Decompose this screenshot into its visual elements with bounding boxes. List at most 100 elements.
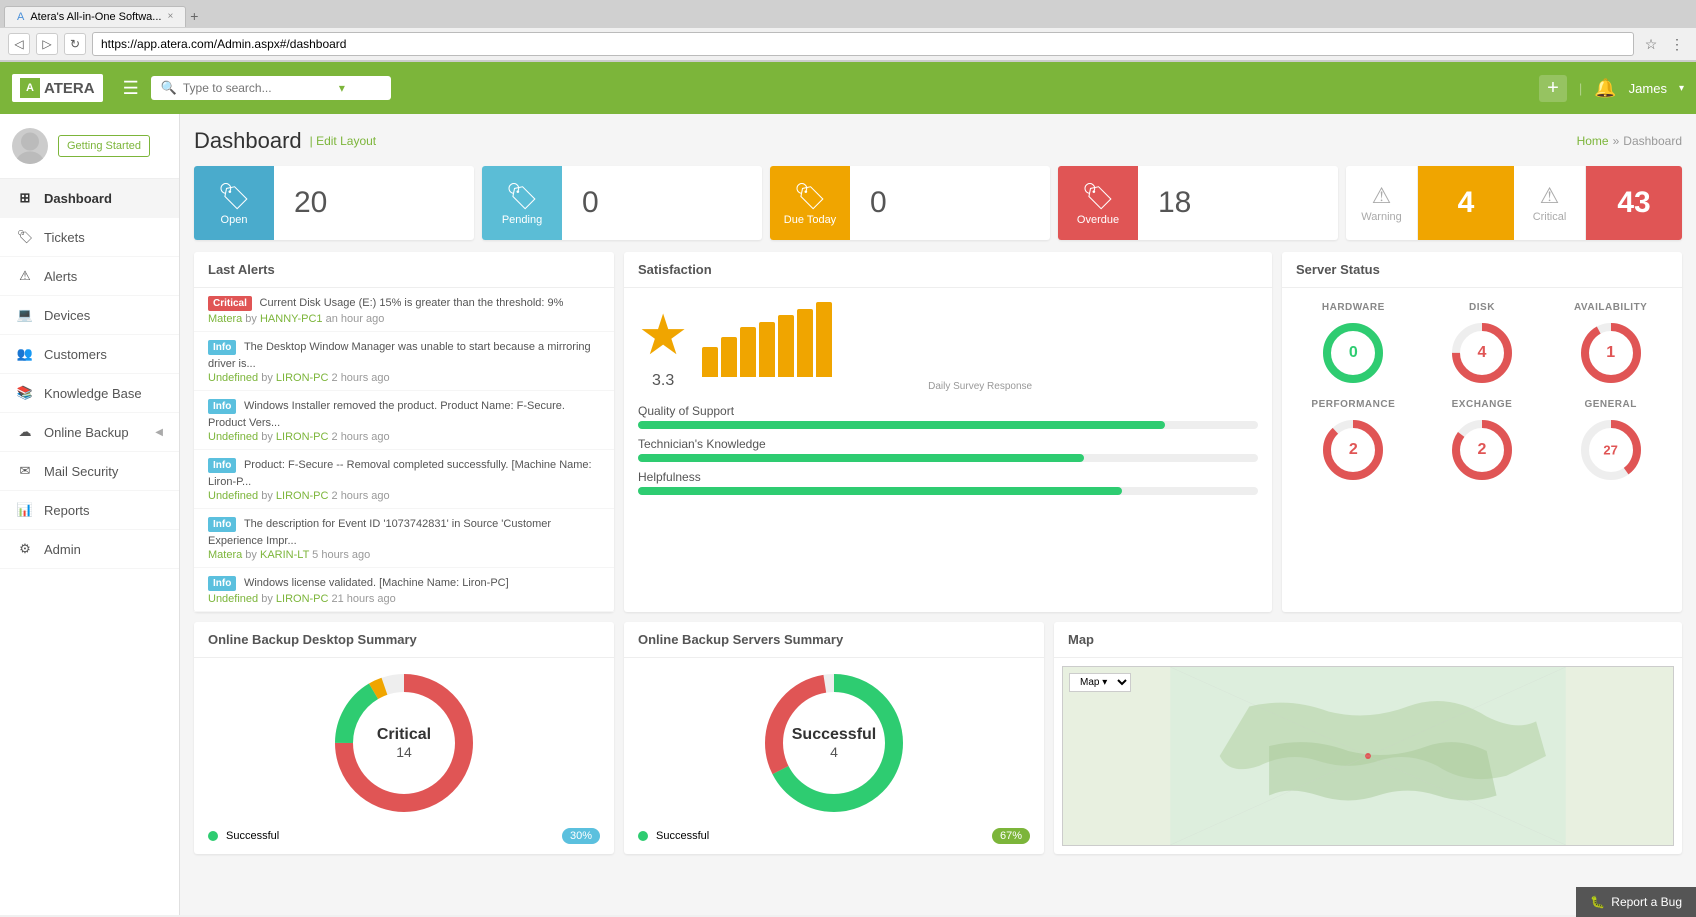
chart-label: Daily Survey Response [702,381,1258,392]
sidebar-item-online-backup[interactable]: ☁ Online Backup ◀ [0,413,179,452]
alert-by-5[interactable]: LIRON-PC [276,593,329,605]
stat-card-due-today[interactable]: 🏷 Due Today 0 [770,166,1050,240]
sidebar-item-devices[interactable]: 💻 Devices [0,296,179,335]
getting-started-btn[interactable]: Getting Started [58,135,150,157]
breadcrumb-home[interactable]: Home [1577,134,1609,148]
header-user[interactable]: James [1629,81,1667,96]
reload-btn[interactable]: ↻ [64,33,86,55]
search-input[interactable] [183,81,333,95]
performance-label: PERFORMANCE [1296,399,1411,410]
critical-icon-box: ⚠ Critical [1514,166,1586,240]
forward-btn[interactable]: ▷ [36,33,58,55]
browser-chrome: A Atera's All-in-One Softwa... × + ◁ ▷ ↻… [0,0,1696,62]
menu-btn[interactable]: ⋮ [1666,33,1688,55]
alert-text-3: Product: F-Secure -- Removal completed s… [208,459,592,488]
alert-source-2[interactable]: Undefined [208,431,258,443]
daily-bar-chart [702,302,1258,377]
edit-layout-link[interactable]: | Edit Layout [310,134,377,148]
report-bug-label: Report a Bug [1611,895,1682,909]
report-bug-btn[interactable]: 🐛 Report a Bug [1576,887,1696,917]
alert-by-2[interactable]: LIRON-PC [276,431,329,443]
star-rating: ★ 3.3 [638,302,688,392]
browser-tabs: A Atera's All-in-One Softwa... × + [0,0,1696,28]
sidebar-item-admin[interactable]: ⚙ Admin [0,530,179,569]
tab-close-btn[interactable]: × [167,11,173,22]
alert-source-3[interactable]: Undefined [208,490,258,502]
satisfaction-panel: Satisfaction ★ 3.3 [624,252,1272,612]
page-header: Dashboard | Edit Layout Home » Dashboard [194,128,1682,154]
map-select[interactable]: Map ▾ [1069,673,1131,692]
bar-5 [778,315,794,377]
server-grid: HARDWARE 0 DISK [1282,288,1682,496]
pending-icon-box: 🏷 Pending [482,166,562,240]
sidebar-item-knowledge-base[interactable]: 📚 Knowledge Base [0,374,179,413]
backup-desktop-center-label: Critical [377,726,431,744]
browser-tab[interactable]: A Atera's All-in-One Softwa... × [4,6,186,27]
alert-badge-info-5: Info [208,576,236,591]
critical-value: 43 [1617,186,1650,220]
map-display: Map ▾ [1062,666,1674,846]
server-disk: DISK 4 [1425,302,1540,385]
alerts-panel-title: Last Alerts [194,252,614,288]
alert-source-4[interactable]: Matera [208,549,242,561]
hardware-donut: 0 [1321,321,1385,385]
metric-helpfulness: Helpfulness [638,470,1258,495]
stat-card-pending[interactable]: 🏷 Pending 0 [482,166,762,240]
warning-icon-box: ⚠ Warning [1346,166,1418,240]
new-tab-btn[interactable]: + [190,8,198,24]
alert-meta-4: Matera by KARIN-LT 5 hours ago [208,549,600,561]
satisfaction-metrics: Quality of Support Technician's Knowledg… [624,400,1272,517]
address-bar[interactable] [92,32,1634,56]
map-panel: Map Map ▾ [1054,622,1682,854]
server-status-title: Server Status [1282,252,1682,288]
availability-label: AVAILABILITY [1553,302,1668,313]
alert-by-4[interactable]: KARIN-LT [260,549,309,561]
bookmark-btn[interactable]: ☆ [1640,33,1662,55]
servers-legend-label: Successful [656,830,709,842]
overdue-icon-box: 🏷 Overdue [1058,166,1138,240]
performance-value: 2 [1349,441,1358,459]
search-dropdown-icon[interactable]: ▾ [339,81,345,95]
alert-by-1[interactable]: LIRON-PC [276,372,329,384]
alert-by-3[interactable]: LIRON-PC [276,490,329,502]
hardware-label: HARDWARE [1296,302,1411,313]
sidebar-item-tickets[interactable]: 🏷 Tickets [0,218,179,257]
backup-servers-chart: Successful 4 [759,668,909,818]
alert-source-0[interactable]: Matera [208,313,242,325]
open-value: 20 [274,186,347,220]
add-btn[interactable]: + [1539,75,1567,102]
user-dropdown-icon[interactable]: ▾ [1679,83,1684,94]
sidebar-item-dashboard[interactable]: ⊞ Dashboard [0,179,179,218]
alert-by-0[interactable]: HANNY-PC1 [260,313,323,325]
bell-icon[interactable]: 🔔 [1594,78,1616,99]
stat-card-open[interactable]: 🏷 Open 20 [194,166,474,240]
stat-card-overdue[interactable]: 🏷 Overdue 18 [1058,166,1338,240]
alert-meta-3: Undefined by LIRON-PC 2 hours ago [208,490,600,502]
logo: A ATERA [12,74,103,102]
map-title: Map [1054,622,1682,658]
sidebar-label-dashboard: Dashboard [44,191,112,206]
alert-time-4: 5 hours ago [312,549,370,561]
metric-quality-bar-bg [638,421,1258,429]
hardware-value: 0 [1349,344,1358,362]
customers-icon: 👥 [16,346,34,362]
server-performance: PERFORMANCE 2 [1296,399,1411,482]
warning-value: 4 [1458,186,1475,220]
sidebar-item-reports[interactable]: 📊 Reports [0,491,179,530]
exchange-value: 2 [1478,441,1487,459]
alert-source-5[interactable]: Undefined [208,593,258,605]
sidebar-item-mail-security[interactable]: ✉ Mail Security [0,452,179,491]
sidebar-item-customers[interactable]: 👥 Customers [0,335,179,374]
backup-desktop-chart: Critical 14 [329,668,479,818]
alert-meta-5: Undefined by LIRON-PC 21 hours ago [208,593,600,605]
alert-text-4: The description for Event ID '1073742831… [208,518,551,547]
stat-cards-row: 🏷 Open 20 🏷 Pending 0 🏷 Due Today 0 [194,166,1682,240]
alert-badge-info-2: Info [208,399,236,414]
back-btn[interactable]: ◁ [8,33,30,55]
alert-source-1[interactable]: Undefined [208,372,258,384]
backup-desktop-panel: Online Backup Desktop Summary Critical 1… [194,622,614,854]
warning-critical-card: ⚠ Warning 4 ⚠ Critical 43 [1346,166,1682,240]
rating-number: 3.3 [638,372,688,390]
sidebar-item-alerts[interactable]: ⚠ Alerts [0,257,179,296]
hamburger-btn[interactable]: ☰ [123,78,139,99]
